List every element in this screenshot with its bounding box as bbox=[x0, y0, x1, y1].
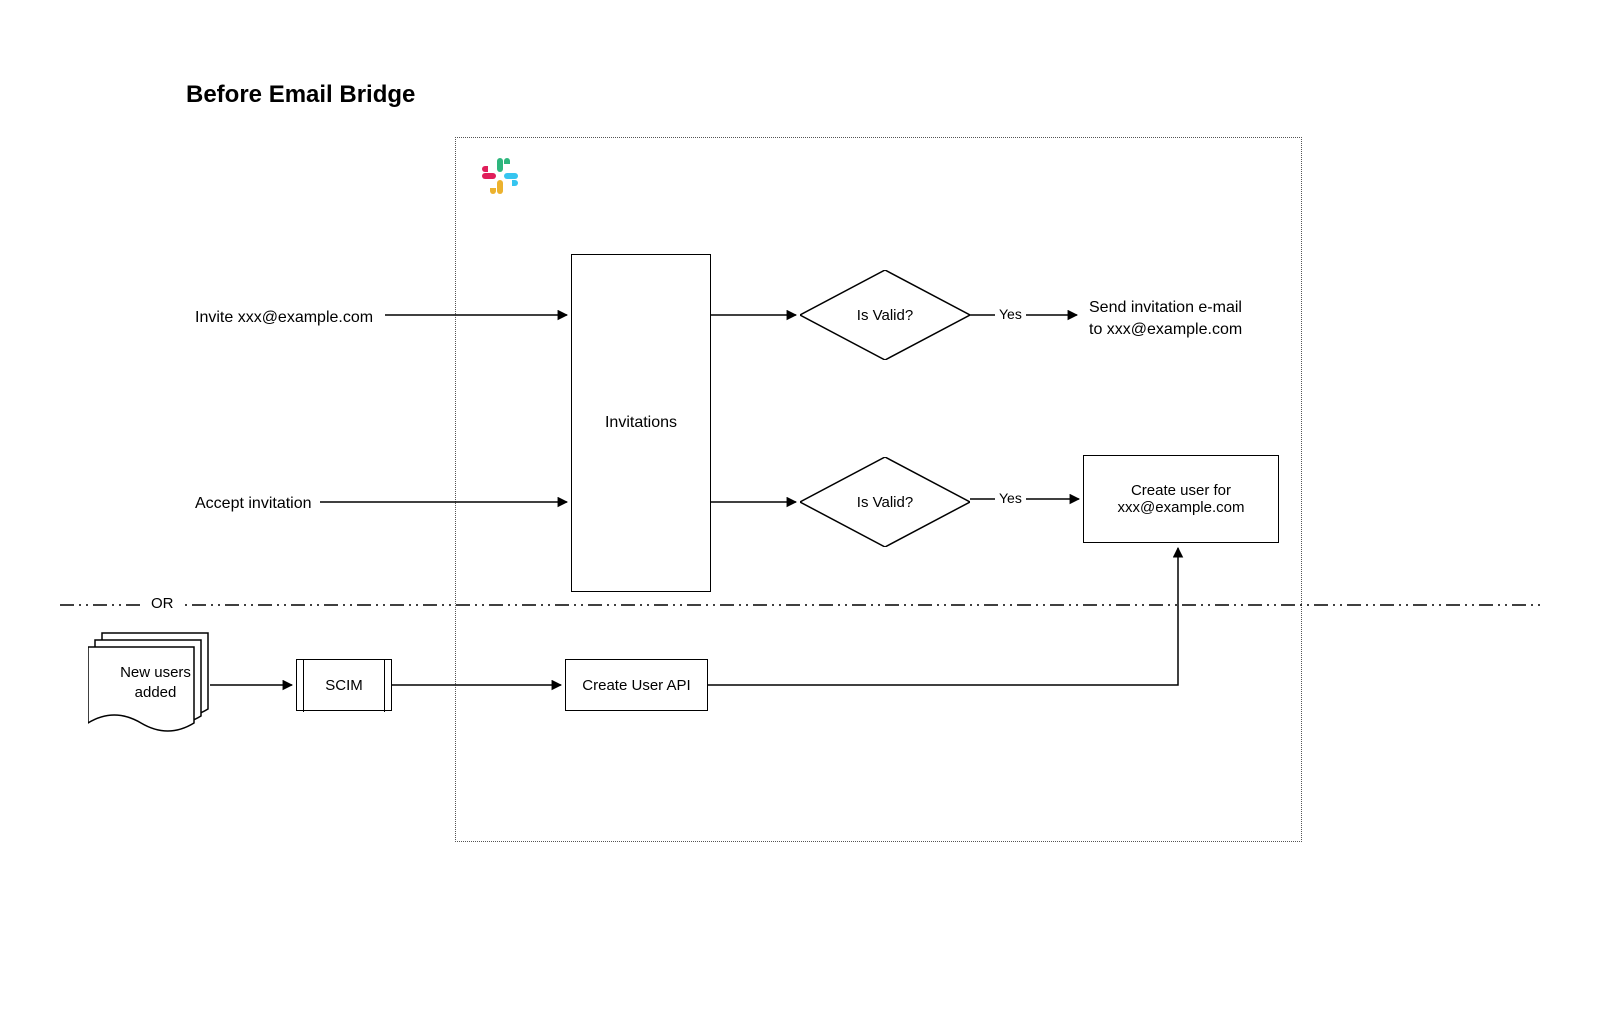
node-scim: SCIM bbox=[296, 659, 392, 711]
edge-label-yes-1: Yes bbox=[995, 306, 1026, 322]
edge-invitations-to-valid1 bbox=[711, 310, 806, 320]
edge-invitations-to-valid2 bbox=[711, 497, 806, 507]
node-create-user-api: Create User API bbox=[565, 659, 708, 711]
slack-icon bbox=[480, 156, 520, 196]
edge-valid2-to-createuser bbox=[970, 494, 1087, 504]
edge-accept-to-invitations bbox=[320, 497, 575, 507]
node-invitations: Invitations bbox=[571, 254, 711, 592]
node-create-user-api-label: Create User API bbox=[582, 677, 690, 694]
input-invite-label: Invite xxx@example.com bbox=[195, 307, 373, 329]
node-decision-1-label: Is Valid? bbox=[800, 270, 970, 360]
node-scim-label: SCIM bbox=[325, 677, 363, 694]
node-create-user-label: Create user for xxx@example.com bbox=[1118, 482, 1245, 516]
node-new-users-label: New users added bbox=[98, 663, 213, 702]
input-accept-label: Accept invitation bbox=[195, 493, 312, 515]
node-decision-is-valid-1: Is Valid? bbox=[800, 270, 970, 360]
edge-invite-to-invitations bbox=[385, 310, 575, 320]
node-new-users-docs: New users added bbox=[88, 631, 223, 741]
diagram-canvas: Before Email Bridge Invite xxx@example.c… bbox=[0, 0, 1601, 1021]
node-decision-is-valid-2: Is Valid? bbox=[800, 457, 970, 547]
edge-valid1-to-sendemail bbox=[970, 310, 1085, 320]
edge-createapi-to-createuser bbox=[708, 540, 1188, 690]
node-decision-2-label: Is Valid? bbox=[800, 457, 970, 547]
divider-or-label: OR bbox=[145, 595, 180, 612]
diagram-title: Before Email Bridge bbox=[186, 81, 415, 109]
node-create-user: Create user for xxx@example.com bbox=[1083, 455, 1279, 543]
edge-newusers-to-scim bbox=[210, 680, 300, 690]
edge-label-yes-2: Yes bbox=[995, 490, 1026, 506]
node-invitations-label: Invitations bbox=[605, 414, 677, 432]
edge-scim-to-createapi bbox=[392, 680, 569, 690]
node-send-email: Send invitation e-mail to xxx@example.co… bbox=[1089, 297, 1242, 340]
